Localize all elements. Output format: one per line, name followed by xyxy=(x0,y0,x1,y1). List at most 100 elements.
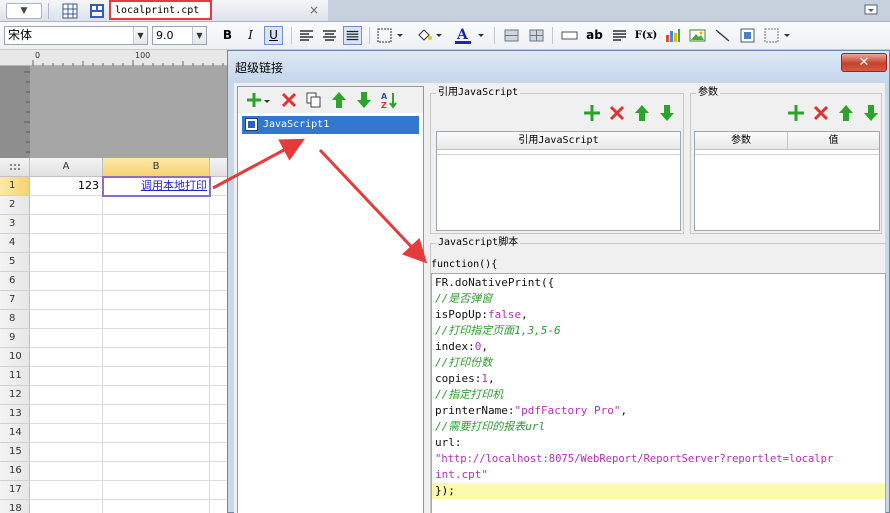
row-header-12[interactable]: 12 xyxy=(0,386,30,405)
grid-cell[interactable] xyxy=(210,462,228,481)
value-column-header[interactable]: 值 xyxy=(788,132,879,150)
grid-cell[interactable] xyxy=(30,234,103,253)
grid-cell[interactable] xyxy=(210,329,228,348)
grid-cell[interactable] xyxy=(103,329,210,348)
merge-cells-icon[interactable] xyxy=(502,26,521,45)
grid-cell[interactable] xyxy=(30,196,103,215)
grid-cell[interactable] xyxy=(103,424,210,443)
border-icon[interactable] xyxy=(375,26,405,45)
row-header-1[interactable]: 1 xyxy=(0,177,30,196)
column-header-b[interactable]: B xyxy=(103,158,210,177)
grid-cell[interactable] xyxy=(30,462,103,481)
grid-cell[interactable] xyxy=(103,196,210,215)
grid-cell[interactable] xyxy=(103,386,210,405)
grid-cell[interactable] xyxy=(30,405,103,424)
insert-subreport-icon[interactable] xyxy=(738,26,757,45)
move-up-icon[interactable] xyxy=(837,104,855,122)
file-tab-localprint[interactable]: localprint.cpt xyxy=(109,0,212,20)
grid-cell[interactable] xyxy=(103,481,210,500)
add-icon[interactable] xyxy=(787,104,805,122)
row-header-2[interactable]: 2 xyxy=(0,196,30,215)
grid-cell[interactable] xyxy=(30,367,103,386)
insert-grid-icon[interactable] xyxy=(62,3,78,19)
insert-image-icon[interactable] xyxy=(688,26,707,45)
grid-cell[interactable] xyxy=(30,424,103,443)
align-left-icon[interactable] xyxy=(297,26,316,45)
cell-element-icon[interactable] xyxy=(762,26,792,45)
row-header-8[interactable]: 8 xyxy=(0,310,30,329)
insert-chart-icon[interactable] xyxy=(663,26,682,45)
grid-cell[interactable] xyxy=(103,405,210,424)
move-up-icon[interactable] xyxy=(330,91,348,109)
list-item-javascript1[interactable]: JavaScript1 xyxy=(242,116,419,134)
font-color-icon[interactable]: A xyxy=(452,26,486,45)
formula-button[interactable]: F(x) xyxy=(634,26,658,45)
cell-a1[interactable]: 123 xyxy=(30,177,103,196)
add-dropdown-icon[interactable] xyxy=(246,91,272,109)
close-tab-icon[interactable]: × xyxy=(309,2,319,18)
grid-cell[interactable] xyxy=(210,215,228,234)
spreadsheet-grid[interactable]: A B 1 2 3 4 5 6 7 8 9 10 11 12 13 14 15 16 17 18 123 调用本地… xyxy=(0,158,228,513)
row-header-11[interactable]: 11 xyxy=(0,367,30,386)
insert-slash-icon[interactable] xyxy=(713,26,732,45)
cell-b1-hyperlink[interactable]: 调用本地打印 xyxy=(102,176,211,197)
column-header-a[interactable]: A xyxy=(30,158,103,177)
row-header-7[interactable]: 7 xyxy=(0,291,30,310)
grid-cell[interactable] xyxy=(30,215,103,234)
align-justify-icon[interactable] xyxy=(343,26,362,45)
grid-cell[interactable] xyxy=(210,196,228,215)
dialog-titlebar[interactable]: 超级链接 ✕ xyxy=(228,51,889,81)
row-header-13[interactable]: 13 xyxy=(0,405,30,424)
grid-cell[interactable] xyxy=(103,253,210,272)
menu-dropdown-button[interactable]: ▼ xyxy=(6,3,42,19)
row-header-6[interactable]: 6 xyxy=(0,272,30,291)
align-center-icon[interactable] xyxy=(320,26,339,45)
grid-cell[interactable] xyxy=(30,443,103,462)
font-size-select[interactable]: 9.0 ▼ xyxy=(152,26,207,45)
grid-cell[interactable] xyxy=(210,500,228,513)
row-header-15[interactable]: 15 xyxy=(0,443,30,462)
split-cells-icon[interactable] xyxy=(527,26,546,45)
grid-cell[interactable] xyxy=(210,367,228,386)
move-down-icon[interactable] xyxy=(355,91,373,109)
grid-cell[interactable] xyxy=(30,253,103,272)
grid-cell[interactable] xyxy=(103,234,210,253)
column-header-c[interactable] xyxy=(210,158,228,177)
sort-az-icon[interactable]: AZ xyxy=(380,91,398,109)
grid-cell[interactable] xyxy=(103,215,210,234)
grid-cell[interactable] xyxy=(30,386,103,405)
grid-cell[interactable] xyxy=(30,348,103,367)
grid-cell[interactable] xyxy=(103,500,210,513)
report-file-icon[interactable] xyxy=(89,3,105,19)
grid-cell[interactable] xyxy=(210,272,228,291)
parameter-table[interactable]: 参数 值 xyxy=(694,131,880,231)
reference-javascript-table[interactable]: 引用JavaScript xyxy=(436,131,681,231)
delete-icon[interactable] xyxy=(812,104,830,122)
insert-textbox-icon[interactable] xyxy=(560,26,579,45)
font-family-select[interactable]: 宋体 ▼ xyxy=(4,26,148,45)
delete-icon[interactable] xyxy=(608,104,626,122)
italic-button[interactable]: I xyxy=(241,26,260,45)
grid-cell[interactable] xyxy=(30,329,103,348)
row-header-9[interactable]: 9 xyxy=(0,329,30,348)
underline-button[interactable]: U xyxy=(264,26,283,45)
window-menu-icon[interactable] xyxy=(864,3,878,17)
grid-cell[interactable] xyxy=(103,367,210,386)
reference-javascript-column-header[interactable]: 引用JavaScript xyxy=(437,132,680,150)
row-header-14[interactable]: 14 xyxy=(0,424,30,443)
grid-cell[interactable] xyxy=(210,253,228,272)
grid-cell[interactable] xyxy=(210,291,228,310)
row-header-5[interactable]: 5 xyxy=(0,253,30,272)
grid-cell[interactable] xyxy=(30,500,103,513)
javascript-code-editor[interactable]: FR.doNativePrint({ //是否弹窗 isPopUp:false,… xyxy=(431,273,886,513)
move-down-icon[interactable] xyxy=(862,104,880,122)
grid-cell[interactable] xyxy=(210,348,228,367)
row-header-16[interactable]: 16 xyxy=(0,462,30,481)
grid-cell[interactable] xyxy=(210,443,228,462)
grid-cell[interactable] xyxy=(30,310,103,329)
bold-button[interactable]: B xyxy=(218,26,237,45)
grid-cell[interactable] xyxy=(30,291,103,310)
add-icon[interactable] xyxy=(583,104,601,122)
chevron-down-icon[interactable]: ▼ xyxy=(192,27,206,44)
grid-cell[interactable] xyxy=(103,310,210,329)
